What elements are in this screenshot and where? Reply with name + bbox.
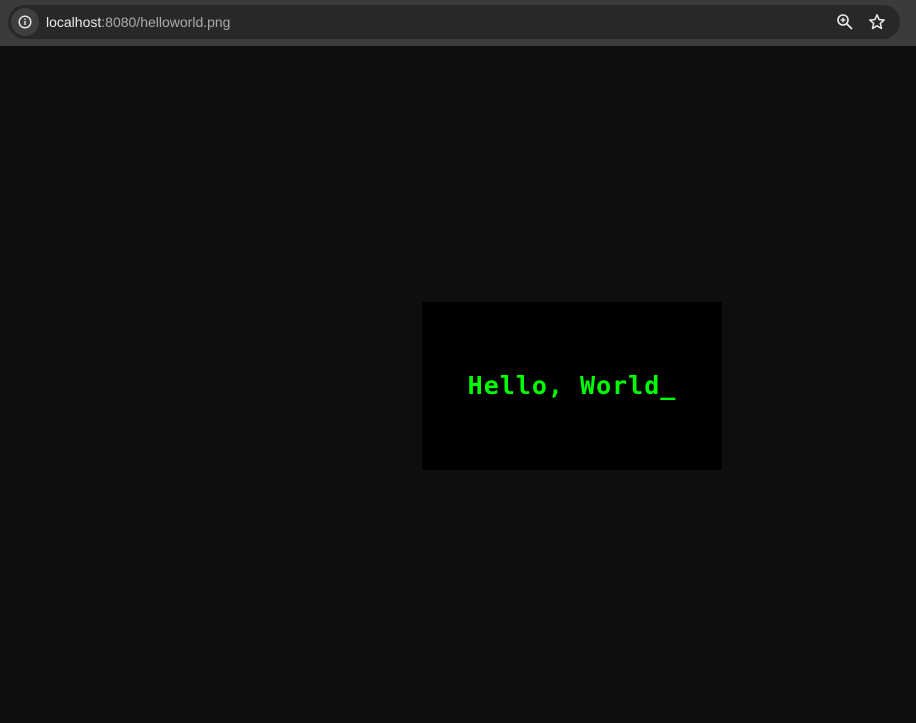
zoom-in-icon — [837, 14, 853, 30]
url-text[interactable]: localhost:8080/helloworld.png — [46, 5, 230, 39]
site-info-button[interactable] — [11, 8, 39, 36]
url-host: localhost — [46, 14, 102, 30]
page-viewport: Hello, World_ — [0, 46, 916, 723]
displayed-image[interactable]: Hello, World_ — [422, 302, 722, 470]
bookmark-button[interactable] — [865, 10, 889, 34]
browser-toolbar: localhost:8080/helloworld.png — [0, 0, 916, 46]
zoom-button[interactable] — [833, 10, 857, 34]
address-bar[interactable]: localhost:8080/helloworld.png — [8, 5, 900, 39]
image-text: Hello, World_ — [467, 370, 677, 400]
star-icon — [869, 14, 885, 30]
info-icon — [18, 15, 32, 29]
url-path: :8080/helloworld.png — [101, 14, 231, 30]
